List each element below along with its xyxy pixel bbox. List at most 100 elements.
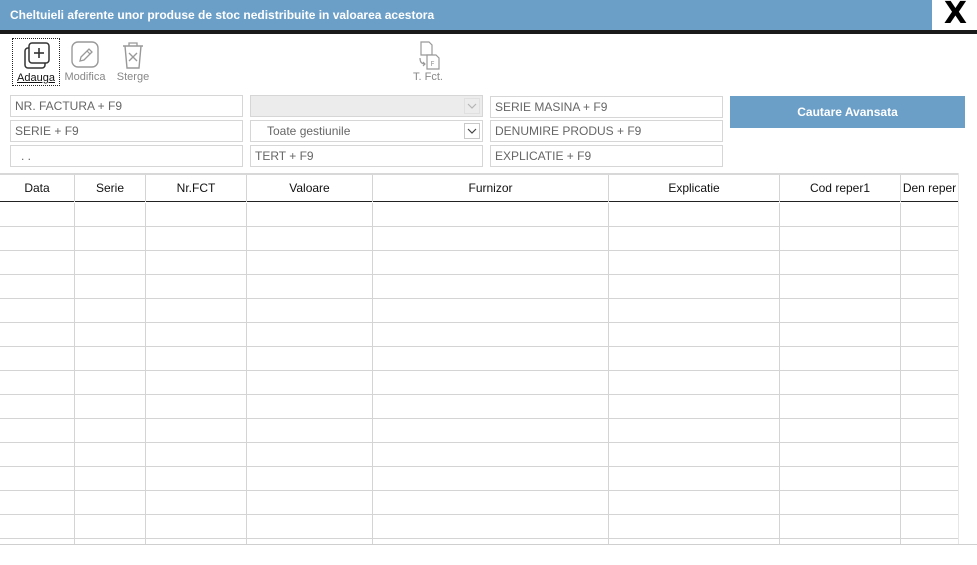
table-cell[interactable] xyxy=(75,395,146,419)
delete-button[interactable]: Sterge xyxy=(112,38,154,86)
table-cell[interactable] xyxy=(247,323,373,347)
column-header-den-reper[interactable]: Den reper xyxy=(901,175,958,202)
table-cell[interactable] xyxy=(609,299,780,323)
table-cell[interactable] xyxy=(373,251,609,275)
table-cell[interactable] xyxy=(0,467,75,491)
table-cell[interactable] xyxy=(75,227,146,251)
table-cell[interactable] xyxy=(75,347,146,371)
table-cell[interactable] xyxy=(247,515,373,539)
table-cell[interactable] xyxy=(609,395,780,419)
table-cell[interactable] xyxy=(247,347,373,371)
table-cell[interactable] xyxy=(901,203,958,227)
table-cell[interactable] xyxy=(146,395,247,419)
table-cell[interactable] xyxy=(0,395,75,419)
table-cell[interactable] xyxy=(75,419,146,443)
table-cell[interactable] xyxy=(780,323,901,347)
table-cell[interactable] xyxy=(75,467,146,491)
table-row[interactable] xyxy=(0,299,958,323)
explicatie-field[interactable]: EXPLICATIE + F9 xyxy=(490,145,723,167)
column-header-serie[interactable]: Serie xyxy=(75,175,146,202)
tfct-button[interactable]: F T. Fct. xyxy=(406,38,450,86)
column-header-nrfct[interactable]: Nr.FCT xyxy=(146,175,247,202)
table-row[interactable] xyxy=(0,419,958,443)
table-cell[interactable] xyxy=(75,275,146,299)
table-cell[interactable] xyxy=(373,419,609,443)
column-header-valoare[interactable]: Valoare xyxy=(247,175,373,202)
table-cell[interactable] xyxy=(0,491,75,515)
table-cell[interactable] xyxy=(146,467,247,491)
table-cell[interactable] xyxy=(373,371,609,395)
table-cell[interactable] xyxy=(247,491,373,515)
table-cell[interactable] xyxy=(146,299,247,323)
table-cell[interactable] xyxy=(609,203,780,227)
table-cell[interactable] xyxy=(609,347,780,371)
table-row[interactable] xyxy=(0,395,958,419)
table-cell[interactable] xyxy=(146,419,247,443)
table-cell[interactable] xyxy=(0,371,75,395)
table-cell[interactable] xyxy=(609,515,780,539)
advanced-search-button[interactable]: Cautare Avansata xyxy=(730,96,965,128)
table-row[interactable] xyxy=(0,515,958,539)
table-cell[interactable] xyxy=(146,371,247,395)
table-cell[interactable] xyxy=(146,347,247,371)
add-button[interactable]: Adauga xyxy=(12,38,60,86)
table-cell[interactable] xyxy=(373,443,609,467)
table-row[interactable] xyxy=(0,203,958,227)
table-cell[interactable] xyxy=(901,515,958,539)
table-row[interactable] xyxy=(0,347,958,371)
table-cell[interactable] xyxy=(146,515,247,539)
table-cell[interactable] xyxy=(0,419,75,443)
table-cell[interactable] xyxy=(146,275,247,299)
table-cell[interactable] xyxy=(780,419,901,443)
column-header-explicatie[interactable]: Explicatie xyxy=(609,175,780,202)
table-cell[interactable] xyxy=(901,419,958,443)
table-cell[interactable] xyxy=(609,443,780,467)
column-header-cod-reper1[interactable]: Cod reper1 xyxy=(780,175,901,202)
serie-field[interactable]: SERIE + F9 xyxy=(10,120,243,142)
table-cell[interactable] xyxy=(609,227,780,251)
table-cell[interactable] xyxy=(901,443,958,467)
table-cell[interactable] xyxy=(75,299,146,323)
table-cell[interactable] xyxy=(75,371,146,395)
table-cell[interactable] xyxy=(0,203,75,227)
table-cell[interactable] xyxy=(901,467,958,491)
column-header-data[interactable]: Data xyxy=(0,175,75,202)
data-grid[interactable]: Data Serie Nr.FCT Valoare Furnizor Expli… xyxy=(0,173,958,545)
table-cell[interactable] xyxy=(373,299,609,323)
table-row[interactable] xyxy=(0,275,958,299)
table-cell[interactable] xyxy=(901,299,958,323)
tert-field[interactable]: TERT + F9 xyxy=(250,145,483,167)
table-cell[interactable] xyxy=(0,227,75,251)
table-cell[interactable] xyxy=(609,491,780,515)
table-cell[interactable] xyxy=(609,323,780,347)
table-cell[interactable] xyxy=(780,227,901,251)
table-cell[interactable] xyxy=(146,323,247,347)
denumire-produs-field[interactable]: DENUMIRE PRODUS + F9 xyxy=(490,120,723,142)
table-cell[interactable] xyxy=(247,275,373,299)
table-cell[interactable] xyxy=(780,371,901,395)
table-cell[interactable] xyxy=(75,443,146,467)
table-cell[interactable] xyxy=(373,491,609,515)
table-cell[interactable] xyxy=(780,491,901,515)
table-cell[interactable] xyxy=(373,395,609,419)
table-cell[interactable] xyxy=(247,419,373,443)
table-row[interactable] xyxy=(0,467,958,491)
table-cell[interactable] xyxy=(247,467,373,491)
column-header-furnizor[interactable]: Furnizor xyxy=(373,175,609,202)
table-cell[interactable] xyxy=(609,251,780,275)
table-cell[interactable] xyxy=(609,467,780,491)
table-cell[interactable] xyxy=(780,203,901,227)
table-cell[interactable] xyxy=(609,275,780,299)
table-cell[interactable] xyxy=(901,251,958,275)
table-cell[interactable] xyxy=(247,227,373,251)
table-cell[interactable] xyxy=(780,299,901,323)
table-cell[interactable] xyxy=(247,203,373,227)
table-row[interactable] xyxy=(0,227,958,251)
table-cell[interactable] xyxy=(609,419,780,443)
table-cell[interactable] xyxy=(373,467,609,491)
date-range-field[interactable]: . . xyxy=(10,145,243,167)
top-dropdown[interactable] xyxy=(250,95,483,117)
table-cell[interactable] xyxy=(0,275,75,299)
table-cell[interactable] xyxy=(0,347,75,371)
table-row[interactable] xyxy=(0,251,958,275)
